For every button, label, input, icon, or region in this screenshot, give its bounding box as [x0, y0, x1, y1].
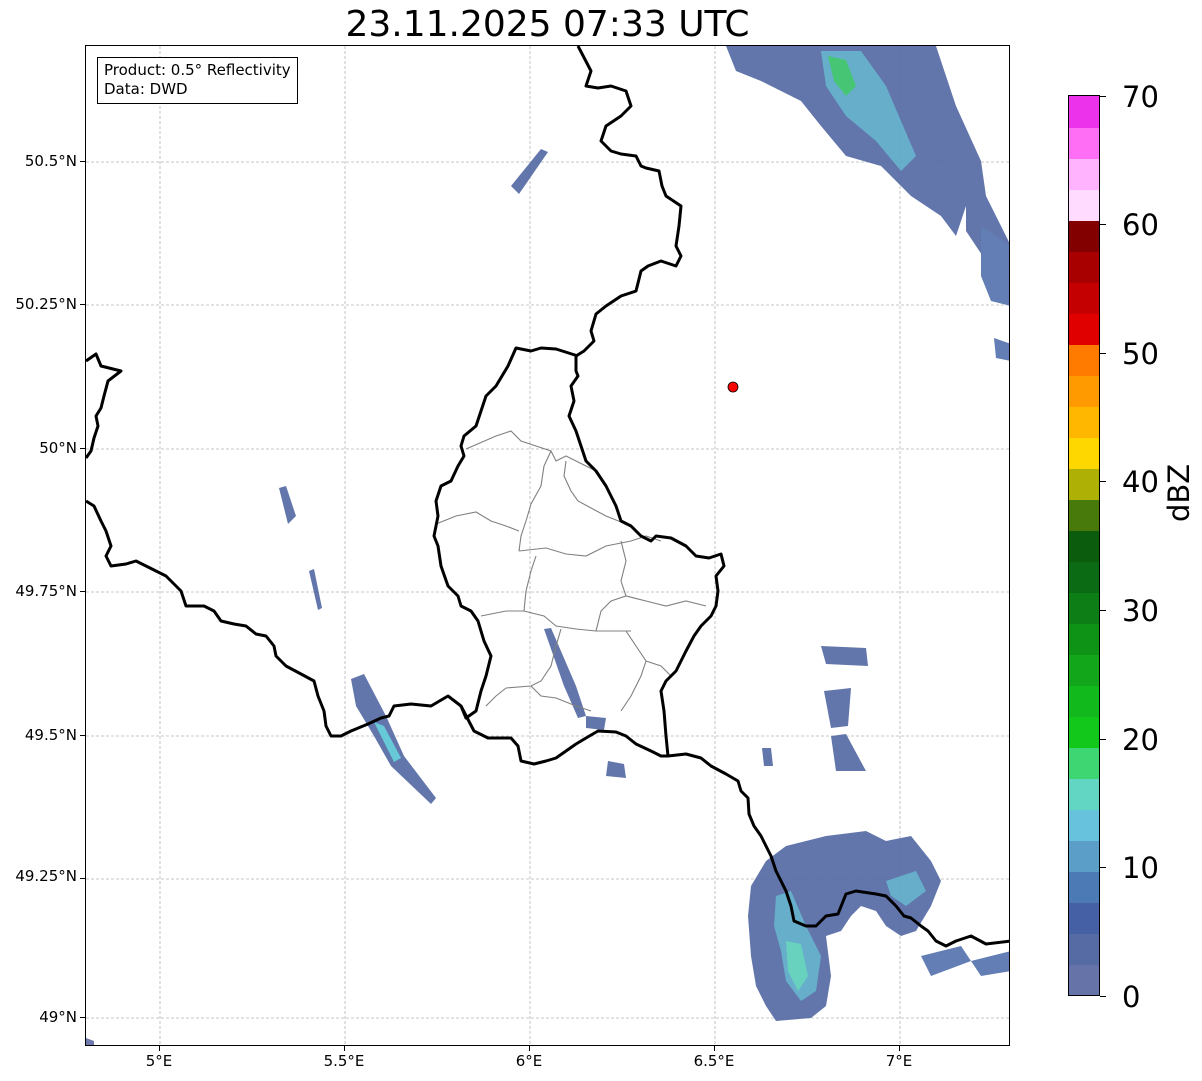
echo-central-dots — [586, 716, 626, 778]
colorbar-segment — [1069, 189, 1099, 221]
echo-east-middle-1 — [821, 646, 868, 666]
radar-echoes — [86, 46, 1009, 1045]
colorbar-tick-label: 50 — [1122, 337, 1159, 371]
y-tickmark — [80, 1017, 85, 1018]
colorbar-segment — [1069, 499, 1099, 531]
echo-southeast-streaks — [921, 946, 1009, 976]
colorbar-tick-label: 10 — [1122, 851, 1159, 885]
echo-east-small — [994, 338, 1009, 361]
colorbar-tickmark — [1100, 996, 1106, 997]
y-tick-label: 50.5°N — [24, 152, 77, 170]
echo-corner — [86, 1038, 94, 1045]
colorbar-segment — [1069, 871, 1099, 903]
colorbar-segment — [1069, 561, 1099, 593]
y-tick-label: 49.25°N — [15, 867, 77, 885]
colorbar-segment — [1069, 437, 1099, 469]
colorbar-segment — [1069, 685, 1099, 717]
x-tickmark — [529, 1046, 530, 1051]
echo-north-streak — [511, 149, 548, 194]
echo-east-small-2 — [762, 748, 773, 766]
radar-site-marker — [727, 381, 739, 393]
colorbar-tick-label: 40 — [1122, 465, 1159, 499]
y-tickmark — [80, 161, 85, 162]
colorbar-segment — [1069, 809, 1099, 841]
colorbar-segment — [1069, 778, 1099, 810]
canton-boundaries — [435, 430, 707, 712]
y-tick-label: 50.25°N — [15, 295, 77, 313]
colorbar-tickmark — [1100, 481, 1106, 482]
y-tick-label: 50°N — [39, 439, 77, 457]
data-source-label: Data: DWD — [104, 80, 188, 98]
colorbar-tick-label: 70 — [1122, 80, 1159, 114]
colorbar-segment — [1069, 964, 1099, 995]
colorbar-tick-label: 0 — [1122, 980, 1141, 1014]
y-tick-label: 49.75°N — [15, 582, 77, 600]
colorbar-segment — [1069, 313, 1099, 345]
colorbar-tick-label: 20 — [1122, 723, 1159, 757]
colorbar-segment — [1069, 468, 1099, 500]
colorbar-segment — [1069, 902, 1099, 934]
colorbar-tickmark — [1100, 96, 1106, 97]
colorbar-tickmark — [1100, 224, 1106, 225]
colorbar-tickmark — [1100, 610, 1106, 611]
colorbar-segment — [1069, 158, 1099, 190]
colorbar-segment — [1069, 96, 1099, 128]
y-tickmark — [80, 735, 85, 736]
x-tickmark — [714, 1046, 715, 1051]
x-tick-label: 5°E — [145, 1052, 173, 1070]
echo-central-streak — [544, 628, 586, 718]
x-tick-label: 5.5°E — [323, 1052, 365, 1070]
product-label: Product: 0.5° Reflectivity — [104, 61, 291, 79]
y-tick-label: 49°N — [39, 1008, 77, 1026]
colorbar-title: dBZ — [1162, 463, 1196, 522]
colorbar-tickmark — [1100, 867, 1106, 868]
echo-west-streak-2 — [309, 569, 322, 610]
colorbar-segment — [1069, 592, 1099, 624]
colorbar-segment — [1069, 220, 1099, 252]
radar-map[interactable] — [85, 45, 1010, 1046]
y-tickmark — [80, 448, 85, 449]
colorbar-segment — [1069, 623, 1099, 655]
map-title: 23.11.2025 07:33 UTC — [345, 4, 750, 45]
colorbar-segment — [1069, 840, 1099, 872]
colorbar-segment — [1069, 344, 1099, 376]
x-tick-label: 6.5°E — [693, 1052, 735, 1070]
colorbar-segment — [1069, 375, 1099, 407]
colorbar-tick-label: 60 — [1122, 208, 1159, 242]
colorbar-segment — [1069, 747, 1099, 779]
colorbar-tickmark — [1100, 353, 1106, 354]
colorbar-segment — [1069, 282, 1099, 314]
country-borders — [86, 46, 1009, 948]
colorbar-segment — [1069, 530, 1099, 562]
y-tickmark — [80, 591, 85, 592]
echo-east-middle-2 — [824, 688, 851, 728]
colorbar-segment — [1069, 716, 1099, 748]
echo-southwest-streak — [351, 674, 436, 804]
y-tickmark — [80, 304, 85, 305]
colorbar-segment — [1069, 127, 1099, 159]
colorbar-segment — [1069, 251, 1099, 283]
x-tick-label: 6°E — [515, 1052, 543, 1070]
x-tickmark — [344, 1046, 345, 1051]
x-tickmark — [159, 1046, 160, 1051]
colorbar-segment — [1069, 933, 1099, 965]
echo-east-middle-3 — [831, 734, 866, 771]
dbz-colorbar — [1068, 95, 1100, 996]
map-canvas — [86, 46, 1009, 1045]
colorbar-tick-label: 30 — [1122, 594, 1159, 628]
x-tickmark — [899, 1046, 900, 1051]
y-tick-label: 49.5°N — [24, 726, 77, 744]
product-info-box: Product: 0.5° Reflectivity Data: DWD — [97, 57, 298, 104]
colorbar-segment — [1069, 654, 1099, 686]
colorbar-segment — [1069, 406, 1099, 438]
x-tick-label: 7°E — [885, 1052, 913, 1070]
y-tickmark — [80, 878, 85, 879]
colorbar-tickmark — [1100, 739, 1106, 740]
echo-west-streak-1 — [279, 486, 296, 524]
